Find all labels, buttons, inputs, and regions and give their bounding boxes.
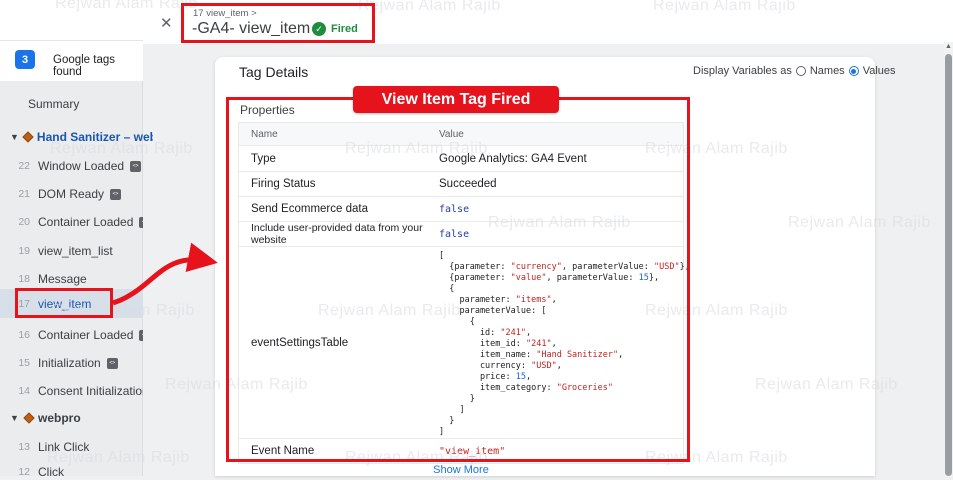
container-group-webpro[interactable]: ▼ webpro xyxy=(10,410,153,426)
sidebar-event-19[interactable]: 19 view_item_list xyxy=(0,243,143,259)
caret-down-icon[interactable]: ▼ xyxy=(10,413,20,423)
event-type-icon: <> xyxy=(139,330,143,341)
display-variables-label: Display Variables as xyxy=(693,65,792,77)
sidebar-event-18[interactable]: 18 Message xyxy=(0,271,143,287)
fired-label: Fired xyxy=(331,23,358,35)
sidebar-event-20[interactable]: 20 Container Loaded <> xyxy=(0,214,143,230)
connect-header xyxy=(0,0,143,41)
container-group-label: Hand Sanitizer – web xyxy=(37,130,153,144)
fired-status-badge: ✓ Fired xyxy=(312,22,358,36)
check-circle-icon: ✓ xyxy=(312,22,326,36)
event-type-icon: <> xyxy=(130,161,141,172)
event-label: Message xyxy=(38,272,87,286)
sidebar-item-summary[interactable]: Summary xyxy=(28,97,79,111)
event-number: 20 xyxy=(0,216,38,228)
event-type-icon: <> xyxy=(139,217,143,228)
container-group-label: webpro xyxy=(38,411,81,425)
event-number: 21 xyxy=(0,188,38,200)
property-value: false xyxy=(439,229,469,240)
property-value: Succeeded xyxy=(439,178,497,190)
table-row-type: Type Google Analytics: GA4 Event xyxy=(239,145,683,171)
close-detail-icon[interactable]: ✕ xyxy=(160,16,173,31)
event-label: Container Loaded xyxy=(38,328,133,342)
property-value: "view_item" xyxy=(439,446,505,457)
container-group-hand-sanitizer[interactable]: ▼ Hand Sanitizer – web xyxy=(10,129,153,145)
property-value: Google Analytics: GA4 Event xyxy=(439,153,587,165)
event-type-icon: <> xyxy=(107,358,118,369)
column-header-name: Name xyxy=(239,129,439,140)
column-header-value: Value xyxy=(439,129,464,140)
show-more-link[interactable]: Show More xyxy=(238,464,684,476)
sidebar-event-21[interactable]: 21 DOM Ready <> xyxy=(0,186,143,202)
property-value: false xyxy=(439,204,469,215)
property-name: Event Name xyxy=(239,445,439,457)
event-label: view_item_list xyxy=(38,244,113,258)
property-name: Type xyxy=(239,153,439,165)
properties-table: Name Value Type Google Analytics: GA4 Ev… xyxy=(238,122,684,464)
event-label: Link Click xyxy=(38,440,89,454)
radio-values-label[interactable]: Values xyxy=(863,65,896,77)
tag-details-title: Tag Details xyxy=(239,64,308,80)
sidebar-event-13[interactable]: 13 Link Click xyxy=(0,439,143,455)
event-label: Consent Initialization xyxy=(38,384,143,398)
sidebar-event-17-selected[interactable]: 17 view_item xyxy=(0,296,143,312)
properties-section-title: Properties xyxy=(240,103,295,117)
table-row-firing-status: Firing Status Succeeded xyxy=(239,171,683,196)
scrollbar-up-icon[interactable]: ▲ xyxy=(945,43,952,50)
table-row-event-settings: eventSettingsTable [ {parameter: "curren… xyxy=(239,246,683,438)
event-label: Initialization xyxy=(38,356,101,370)
radio-values[interactable] xyxy=(849,66,859,76)
property-name: Include user-provided data from your web… xyxy=(239,222,439,246)
event-type-icon: <> xyxy=(110,189,121,200)
property-name: Firing Status xyxy=(239,178,439,190)
display-variables-control: Display Variables as Names Values xyxy=(693,65,896,77)
property-name: eventSettingsTable xyxy=(239,337,439,349)
radio-names[interactable] xyxy=(796,66,806,76)
sidebar-event-22[interactable]: 22 Window Loaded <> xyxy=(0,158,143,174)
table-header-row: Name Value xyxy=(239,123,683,145)
table-row-send-ecommerce: Send Ecommerce data false xyxy=(239,196,683,221)
event-label: Window Loaded xyxy=(38,159,124,173)
radio-names-label[interactable]: Names xyxy=(810,65,845,77)
table-row-user-provided-data: Include user-provided data from your web… xyxy=(239,221,683,246)
event-number: 13 xyxy=(0,441,38,453)
sidebar-event-14[interactable]: 14 Consent Initialization xyxy=(0,383,143,399)
property-name: Send Ecommerce data xyxy=(239,203,439,215)
event-label: DOM Ready xyxy=(38,187,104,201)
event-number: 15 xyxy=(0,357,38,369)
scrollbar-thumb[interactable] xyxy=(945,54,952,476)
tags-found-overlay: 3 Google tags found xyxy=(0,41,143,81)
sidebar-event-16[interactable]: 16 Container Loaded <> xyxy=(0,327,143,343)
sidebar-event-15[interactable]: 15 Initialization <> xyxy=(0,355,143,371)
breadcrumb: 17 view_item > xyxy=(193,8,257,19)
event-number: 18 xyxy=(0,273,38,285)
tag-diamond-icon xyxy=(23,412,34,423)
google-tags-found-label: Google tags found xyxy=(53,54,143,78)
event-number: 17 xyxy=(0,298,38,310)
google-tags-count-badge: 3 xyxy=(15,50,35,69)
event-number: 16 xyxy=(0,329,38,341)
event-number: 22 xyxy=(0,160,38,172)
tag-diamond-icon xyxy=(22,131,33,142)
event-label: Container Loaded xyxy=(38,215,133,229)
event-settings-code: [ {parameter: "currency", parameterValue… xyxy=(439,247,690,444)
caret-down-icon[interactable]: ▼ xyxy=(10,132,19,142)
tag-title: -GA4- view_item xyxy=(192,20,310,38)
event-label: Click xyxy=(38,465,64,479)
event-number: 19 xyxy=(0,245,38,257)
event-number: 14 xyxy=(0,385,38,397)
sidebar-event-12[interactable]: 12 Click xyxy=(0,464,143,480)
event-number: 12 xyxy=(0,466,38,478)
event-label: view_item xyxy=(38,297,91,311)
